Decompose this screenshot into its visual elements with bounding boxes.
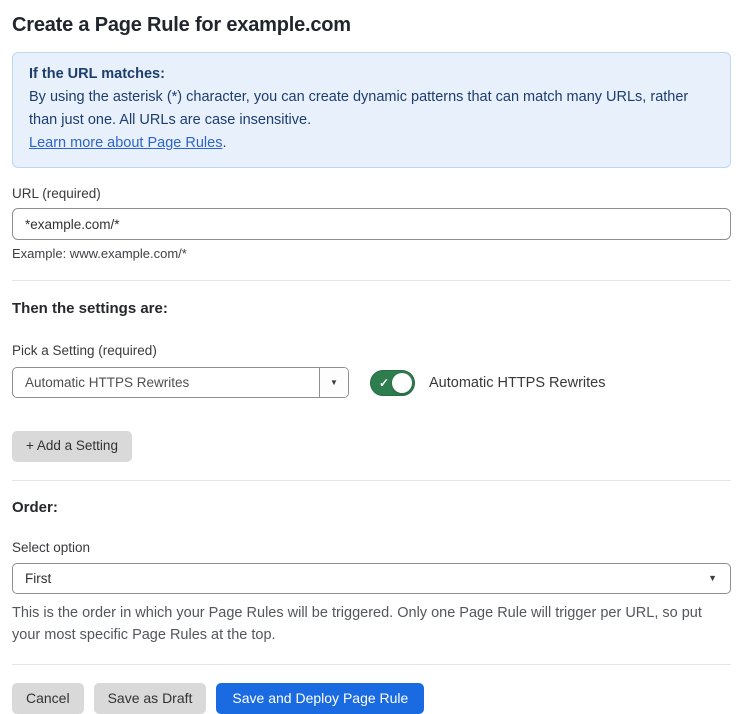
learn-more-link[interactable]: Learn more about Page Rules [29, 135, 222, 151]
divider [12, 479, 731, 481]
url-match-info-box: If the URL matches: By using the asteris… [12, 52, 731, 168]
order-select-value: First [25, 570, 52, 586]
chevron-down-icon[interactable]: ▼ [319, 368, 348, 397]
settings-section-heading: Then the settings are: [12, 300, 168, 317]
setting-toggle[interactable]: ✓ [370, 369, 415, 396]
add-setting-button[interactable]: + Add a Setting [12, 431, 132, 462]
divider [12, 663, 731, 665]
info-box-title: If the URL matches: [29, 66, 165, 82]
order-section-heading: Order: [12, 498, 58, 516]
save-as-draft-button[interactable]: Save as Draft [93, 682, 207, 714]
link-suffix: . [222, 135, 227, 151]
page-title: Create a Page Rule for example.com [12, 14, 351, 36]
info-box-link-line: Learn more about Page Rules. [29, 132, 714, 155]
setting-toggle-label: Automatic HTTPS Rewrites [429, 374, 606, 391]
save-and-deploy-button[interactable]: Save and Deploy Page Rule [216, 682, 425, 714]
setting-dropdown[interactable]: Automatic HTTPS Rewrites ▼ [12, 367, 349, 398]
url-field-hint: Example: www.example.com/* [12, 246, 187, 261]
action-bar: Cancel Save as Draft Save and Deploy Pag… [12, 682, 731, 714]
url-input[interactable] [12, 208, 731, 240]
order-select-label: Select option [12, 539, 91, 555]
info-box-body: By using the asterisk (*) character, you… [29, 89, 689, 128]
toggle-knob [392, 372, 412, 393]
setting-row: Automatic HTTPS Rewrites ▼ ✓ Automatic H… [12, 367, 731, 398]
divider [12, 280, 731, 281]
cancel-button[interactable]: Cancel [12, 682, 84, 714]
create-page-rule-form: Create a Page Rule for example.com If th… [0, 14, 743, 714]
setting-dropdown-value: Automatic HTTPS Rewrites [25, 375, 190, 390]
chevron-down-icon: ▼ [708, 573, 717, 583]
order-hint: This is the order in which your Page Rul… [12, 604, 702, 643]
check-icon: ✓ [379, 375, 390, 390]
pick-setting-label: Pick a Setting (required) [12, 343, 157, 358]
url-field-label: URL (required) [12, 186, 101, 201]
order-select[interactable]: First ▼ [12, 562, 731, 594]
